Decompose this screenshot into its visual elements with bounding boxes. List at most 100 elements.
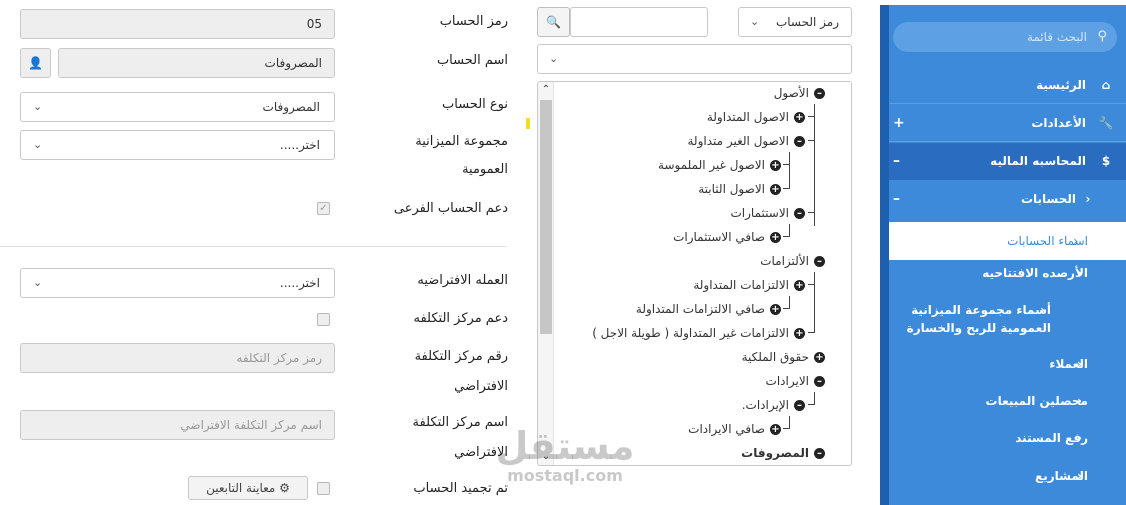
sidebar-subitem-projects[interactable]: ‹ المشاريع bbox=[889, 467, 1126, 485]
budget-group-select[interactable]: اختر..... ⌄ bbox=[20, 130, 335, 160]
preview-subordinates-button[interactable]: ⚙ معاينة التابعين bbox=[188, 476, 308, 500]
tree-node-net-investments[interactable]: + صافي الاستثمارات bbox=[673, 227, 781, 247]
tree-connector bbox=[808, 212, 815, 213]
tree-connector bbox=[808, 140, 815, 141]
collapse-icon[interactable]: – bbox=[814, 255, 825, 267]
tree-node-noncurrent-liabilities[interactable]: + الالتزامات غير المتداولة ( طويلة الاجل … bbox=[592, 323, 805, 343]
sidebar-item-label: الأعدادات bbox=[1031, 116, 1086, 130]
cost-center-support-checkbox[interactable] bbox=[317, 313, 330, 326]
sidebar-subitem-budget-groups[interactable]: ‹ أسماء مجموعة الميزانية العمومية للربح … bbox=[889, 301, 1089, 337]
expand-icon[interactable]: + bbox=[794, 111, 805, 123]
tree-connector bbox=[808, 404, 815, 405]
expand-icon[interactable]: + bbox=[814, 351, 825, 363]
dollar-icon: $ bbox=[1101, 154, 1111, 168]
account-code-field[interactable]: 05 bbox=[20, 9, 335, 39]
tree-node-current-liabilities[interactable]: + الالتزامات المتداولة bbox=[693, 275, 805, 295]
user-icon: 👤 bbox=[28, 56, 43, 70]
tree-node-expenses[interactable]: – المصروفات bbox=[741, 443, 825, 463]
expand-icon[interactable]: + bbox=[770, 423, 781, 435]
gears-icon: ⚙ bbox=[279, 481, 290, 495]
tree-connector bbox=[814, 392, 815, 404]
cost-center-support-label: دعم مركز التكلفه bbox=[413, 311, 509, 326]
collapse-icon[interactable]: – bbox=[814, 447, 825, 459]
search-by-select[interactable]: رمز الحساب ⌄ bbox=[738, 7, 852, 37]
tree-node-noncurrent-assets[interactable]: – الاصول الغير متداولة bbox=[687, 131, 805, 151]
expand-plus-icon[interactable]: + bbox=[893, 105, 905, 142]
expand-icon[interactable]: + bbox=[770, 303, 781, 315]
sidebar-subitem-customers[interactable]: ‹ العملاء bbox=[889, 355, 1126, 373]
sidebar-subitem-sales-collectors[interactable]: ‹ محصلين المبيعات bbox=[889, 392, 1126, 410]
chevron-left-icon: ‹ bbox=[1073, 234, 1078, 248]
sidebar-item-accounts[interactable]: ‹ الحسابات – bbox=[889, 181, 1126, 218]
sidebar-subitem-upload-document[interactable]: ‹ رفع المستند bbox=[889, 429, 1126, 447]
tree-scrollbar[interactable]: ⌃ ⌄ bbox=[538, 82, 554, 465]
chevron-down-icon: ⌄ bbox=[33, 100, 43, 113]
accounts-tree[interactable]: ⌃ ⌄ – الأصول + الاصول المتداولة – الاصول ال… bbox=[537, 81, 852, 466]
chevron-left-icon: ‹ bbox=[1077, 357, 1082, 371]
tree-node-equity[interactable]: + حقوق الملكية bbox=[742, 347, 825, 367]
sidebar-subitem-account-names[interactable]: ‹ اسماء الحسابات bbox=[889, 222, 1126, 260]
account-name-label: اسم الحساب bbox=[436, 53, 508, 68]
tree-node-investments[interactable]: – الاستثمارات bbox=[731, 203, 805, 223]
tree-connector bbox=[814, 104, 815, 226]
tree-search-button[interactable]: 🔍 bbox=[537, 7, 570, 37]
sidebar-item-financial-accounting[interactable]: $ المحاسبه الماليه – bbox=[889, 143, 1126, 180]
tree-node-intangible-assets[interactable]: + الاصول غير الملموسة bbox=[658, 155, 781, 175]
currency-select[interactable]: اختر..... ⌄ bbox=[20, 268, 335, 298]
collapse-icon[interactable]: – bbox=[794, 207, 805, 219]
sidebar-item-settings[interactable]: 🔧 الأعدادات + bbox=[889, 105, 1126, 142]
tree-search-input[interactable] bbox=[570, 7, 708, 37]
tree-node-net-revenues[interactable]: + صافي الايرادات bbox=[688, 419, 781, 439]
account-type-select[interactable]: المصروفات ⌄ bbox=[20, 92, 335, 122]
chevron-down-icon: ⌄ bbox=[750, 15, 760, 28]
collapse-icon[interactable]: – bbox=[814, 375, 825, 387]
account-name-field[interactable]: المصروفات bbox=[58, 48, 335, 78]
user-icon-button[interactable]: 👤 bbox=[20, 48, 51, 78]
tree-connector bbox=[789, 296, 790, 308]
sidebar-item-home[interactable]: ⌂ الرئيسية bbox=[889, 67, 1126, 104]
tree-node-revenues[interactable]: – الايرادات bbox=[766, 371, 825, 391]
sidebar-subitem-opening-balances[interactable]: ‹ الأرصده الافتتاحيه bbox=[889, 264, 1126, 282]
budget-group-label: مجموعة الميزانية العمومية bbox=[415, 134, 508, 177]
tree-filter-select[interactable]: ⌄ bbox=[537, 44, 852, 74]
expand-icon[interactable]: + bbox=[770, 231, 781, 243]
collapse-minus-icon[interactable]: – bbox=[893, 143, 900, 180]
tree-node-current-assets[interactable]: + الاصول المتداولة bbox=[707, 107, 805, 127]
sidebar-search-placeholder: البحث قائمة bbox=[1026, 30, 1087, 44]
tree-node-liabilities[interactable]: – الألتزامات bbox=[760, 251, 825, 271]
sub-account-checkbox[interactable]: ✓ bbox=[317, 202, 330, 215]
chevron-left-icon: ‹ bbox=[1085, 192, 1091, 206]
tree-node-net-current-liabilities[interactable]: + صافي الالتزامات المتداولة bbox=[636, 299, 781, 319]
collapse-icon[interactable]: – bbox=[814, 87, 825, 99]
tree-connector bbox=[808, 116, 815, 117]
expand-icon[interactable]: + bbox=[794, 327, 805, 339]
scrollbar-thumb[interactable] bbox=[540, 100, 552, 334]
currency-label: العمله الافتراضيه bbox=[417, 273, 508, 288]
tree-node-fixed-assets[interactable]: + الاصول الثابتة bbox=[698, 179, 781, 199]
tree-connector bbox=[783, 428, 790, 429]
collapse-icon[interactable]: – bbox=[794, 399, 805, 411]
scroll-down-icon[interactable]: ⌄ bbox=[538, 449, 554, 465]
chevron-down-icon: ⌄ bbox=[549, 52, 559, 65]
tree-connector bbox=[783, 164, 790, 165]
sidebar-search[interactable]: ⚲ البحث قائمة bbox=[893, 22, 1117, 52]
expand-icon[interactable]: + bbox=[770, 159, 781, 171]
tree-node-revenues-sub[interactable]: – الإيرادات. bbox=[742, 395, 805, 415]
chevron-down-icon: ⌄ bbox=[33, 276, 43, 289]
cost-center-name-label: اسم مركز التكلفة الافتراضي bbox=[412, 415, 508, 460]
cost-center-code-input[interactable]: رمز مركز التكلفه bbox=[20, 343, 335, 373]
freeze-account-checkbox[interactable] bbox=[317, 482, 330, 495]
tree-node-assets[interactable]: – الأصول bbox=[774, 83, 825, 103]
cost-center-name-input[interactable]: اسم مركز التكلفة الافتراضي bbox=[20, 410, 335, 440]
chevron-left-icon: ‹ bbox=[1077, 469, 1082, 483]
expand-icon[interactable]: + bbox=[794, 279, 805, 291]
collapse-minus-icon[interactable]: – bbox=[893, 181, 900, 218]
scroll-up-icon[interactable]: ⌃ bbox=[538, 82, 554, 98]
sidebar: ⚲ البحث قائمة ⌂ الرئيسية 🔧 الأعدادات + $ ال… bbox=[880, 5, 1126, 505]
chevron-down-icon: ⌄ bbox=[33, 138, 43, 151]
collapse-icon[interactable]: – bbox=[794, 135, 805, 147]
sidebar-subitem-label: محصلين المبيعات bbox=[985, 394, 1088, 408]
tree-connector bbox=[783, 188, 790, 189]
expand-icon[interactable]: + bbox=[770, 183, 781, 195]
account-code-label: رمز الحساب bbox=[439, 14, 508, 29]
